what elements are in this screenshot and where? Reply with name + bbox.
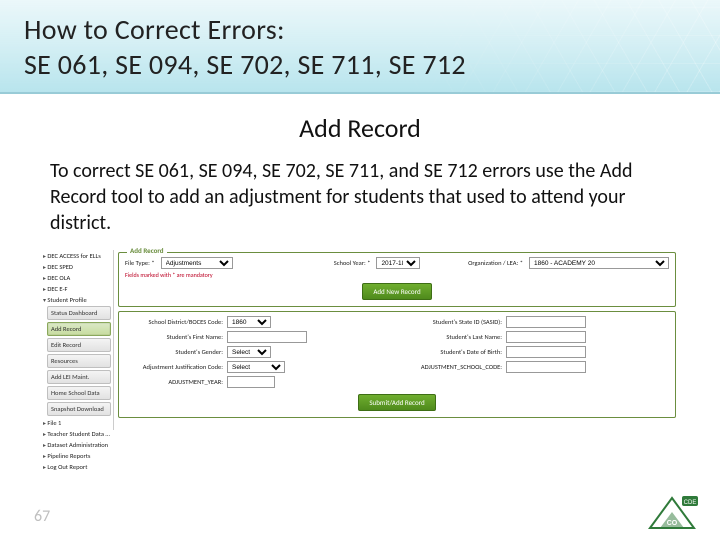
sidebar-item-home-school[interactable]: Home School Data [47, 386, 111, 400]
adj-year-label: ADJUSTMENT_YEAR: [125, 378, 223, 386]
embedded-screenshot: DEC ACCESS for ELLs DEC SPED DEC OLA DEC… [40, 250, 680, 430]
add-record-fieldset: Add Record File Type: * Adjustments Scho… [118, 252, 676, 307]
sidebar-group-student-profile[interactable]: Student Profile [43, 296, 110, 304]
state-id-input[interactable] [506, 316, 586, 328]
title-band: How to Correct Errors: SE 061, SE 094, S… [0, 0, 720, 94]
organization-select[interactable]: 1860 - ACADEMY 20 [529, 257, 669, 269]
sidebar-group[interactable]: DEC ACCESS for ELLs [43, 252, 110, 260]
sidebar-group[interactable]: Log Out Report [43, 463, 110, 471]
add-new-record-button[interactable]: Add New Record [362, 283, 431, 300]
body-paragraph: To correct SE 061, SE 094, SE 702, SE 71… [50, 158, 670, 236]
adj-year-input[interactable] [227, 376, 275, 388]
adj-school-label: ADJUSTMENT_SCHOOL_CODE: [404, 363, 502, 371]
gender-select[interactable]: Select [227, 346, 271, 358]
mandatory-hint: Fields marked with * are mandatory [125, 271, 669, 279]
page-number: 67 [34, 507, 50, 526]
sidebar-group[interactable]: Pipeline Reports [43, 452, 110, 460]
first-name-label: Student's First Name: [125, 333, 223, 341]
last-name-input[interactable] [506, 331, 586, 343]
sidebar-item-status-dashboard[interactable]: Status Dashboard [47, 306, 111, 320]
slide-title-line2: SE 061, SE 094, SE 702, SE 711, SE 712 [24, 47, 696, 82]
section-heading: Add Record [40, 112, 680, 144]
adj-code-label: Adjustment Justification Code: [125, 363, 223, 371]
file-type-label: File Type: * [125, 259, 155, 267]
school-year-label: School Year: * [334, 259, 371, 267]
gender-label: Student's Gender: [125, 348, 223, 356]
sidebar-group[interactable]: DEC OLA [43, 274, 110, 282]
sidebar-item-resources[interactable]: Resources [47, 354, 111, 368]
sidebar-item-snapshot-download[interactable]: Snapshot Download [47, 402, 111, 416]
record-fields-fieldset: School District/BOCES Code: 1860 Student… [118, 311, 676, 418]
sidebar-item-add-record[interactable]: Add Record [47, 322, 111, 336]
last-name-label: Student's Last Name: [404, 333, 502, 341]
adj-school-input[interactable] [506, 361, 586, 373]
first-name-input[interactable] [227, 331, 307, 343]
svg-text:CDE: CDE [684, 500, 697, 506]
dob-label: Student's Date of Birth: [404, 348, 502, 356]
sidebar-group[interactable]: Dataset Administration [43, 441, 110, 449]
form-area: Add Record File Type: * Adjustments Scho… [114, 250, 680, 430]
district-code-select[interactable]: 1860 [227, 316, 271, 328]
sidebar-item-add-lei[interactable]: Add LEI Maint. [47, 370, 111, 384]
slide-title-line1: How to Correct Errors: [24, 12, 696, 47]
submit-add-record-button[interactable]: Submit/Add Record [358, 394, 435, 411]
fieldset-legend: Add Record [127, 246, 167, 255]
adj-code-select[interactable]: Select [227, 361, 285, 373]
state-id-label: Student's State ID (SASID): [404, 318, 502, 326]
organization-label: Organization / LEA: * [468, 259, 523, 267]
sidebar-item-edit-record[interactable]: Edit Record [47, 338, 111, 352]
sidebar-group[interactable]: Teacher Student Data Link [43, 430, 110, 438]
sidebar-group[interactable]: File 1 [43, 419, 110, 427]
sidebar-group[interactable]: DEC SPED [43, 263, 110, 271]
svg-text:CO: CO [667, 520, 678, 527]
school-year-select[interactable]: 2017-18 [376, 257, 420, 269]
file-type-select[interactable]: Adjustments [161, 257, 233, 269]
app-sidebar: DEC ACCESS for ELLs DEC SPED DEC OLA DEC… [40, 250, 114, 430]
dob-input[interactable] [506, 346, 586, 358]
content-area: Add Record To correct SE 061, SE 094, SE… [0, 94, 720, 430]
cde-logo: CDE CO [642, 492, 702, 534]
sidebar-group[interactable]: DEC E-F [43, 285, 110, 293]
district-code-label: School District/BOCES Code: [125, 318, 223, 326]
